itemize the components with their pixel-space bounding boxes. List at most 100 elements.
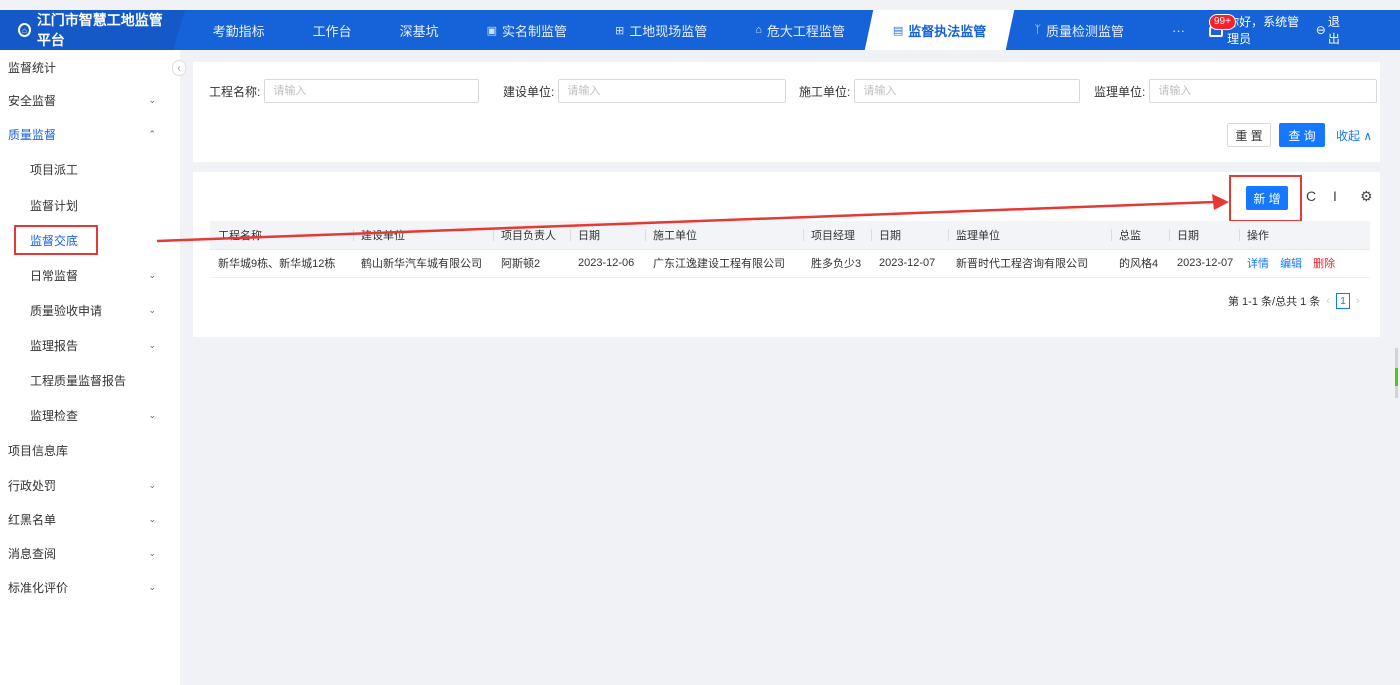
- nav-item-quality-testing[interactable]: ᛉ 质量检测监管: [1010, 10, 1148, 50]
- sidebar: 监督统计 安全监督 ⌄ 质量监督 ⌃ 项目派工 监督计划 监督交底 日常监督 ⌄ 质量…: [0, 50, 180, 685]
- logout-icon[interactable]: ⊖: [1316, 23, 1326, 37]
- grid-icon: ⊞: [615, 24, 625, 37]
- nav-item-workbench[interactable]: 工作台: [289, 10, 376, 50]
- table-cell: 阿斯顿2: [493, 249, 570, 278]
- density-icon[interactable]: I: [1333, 188, 1337, 204]
- column-header[interactable]: 施工单位: [645, 221, 803, 250]
- building-icon: ⌂: [755, 24, 762, 36]
- main-nav: 考勤指标 工作台 深基坑 ▣ 实名制监管 ⊞ 工地现场监管 ⌂ 危大工程监管 ▤ 监督执…: [189, 10, 1209, 50]
- chevron-down-icon: ⌄: [148, 513, 156, 524]
- table-cell: 新华城9栋、新华城12栋: [210, 249, 353, 278]
- sidebar-item-project-library[interactable]: 项目信息库: [0, 435, 180, 465]
- row-actions: 详情 编辑 删除: [1239, 249, 1370, 278]
- user-area: 99+ 你好，系统管理员 ⊖ 退出: [1208, 13, 1400, 47]
- nav-item-site-supervision[interactable]: ⊞ 工地现场监管: [591, 10, 731, 50]
- query-button[interactable]: 查 询: [1279, 123, 1325, 147]
- nav-item-attendance[interactable]: 考勤指标: [189, 10, 289, 50]
- brand[interactable]: ⌂ 江门市智慧工地监管平台: [0, 10, 185, 50]
- bell-icon[interactable]: 99+: [1208, 14, 1236, 37]
- collapse-search-link[interactable]: 收起 ∧: [1336, 123, 1372, 147]
- contractor-field: 施工单位:: [799, 79, 1081, 103]
- prev-page-icon[interactable]: ‹: [1326, 295, 1330, 307]
- sidebar-item-quality[interactable]: 质量监督 ⌃: [0, 119, 180, 149]
- annotation-highlight-sidebar: [14, 225, 98, 255]
- table-cell: 2023-12-07: [1169, 249, 1239, 278]
- table-cell: 2023-12-07: [871, 249, 948, 278]
- table-cell: 鹤山新华汽车城有限公司: [353, 249, 493, 278]
- annotation-highlight-add: [1229, 175, 1302, 222]
- chevron-down-icon: ⌄: [148, 269, 156, 280]
- contractor-input[interactable]: [854, 79, 1081, 103]
- column-header[interactable]: 工程名称: [210, 221, 353, 250]
- column-header[interactable]: 项目经理: [803, 221, 871, 250]
- chevron-up-icon: ⌃: [148, 128, 156, 139]
- project-name-input[interactable]: [264, 79, 480, 103]
- builder-input[interactable]: [558, 79, 787, 103]
- sidebar-item-inspection[interactable]: 监理检查 ⌄: [0, 400, 180, 430]
- settings-icon[interactable]: ⚙: [1360, 188, 1373, 205]
- sidebar-item-quality-report[interactable]: 工程质量监督报告: [0, 365, 180, 395]
- page-scroll-indicator: [1395, 348, 1398, 398]
- project-name-field: 工程名称:: [209, 79, 480, 103]
- search-panel: 工程名称: 建设单位: 施工单位: 监理单位: 重 置 查 询 收起 ∧: [193, 62, 1380, 162]
- column-header[interactable]: 项目负责人: [493, 221, 570, 250]
- table-header: 工程名称 建设单位 项目负责人 日期 施工单位 项目经理 日期 监理单位 总监 …: [210, 221, 1370, 250]
- sidebar-item-messages[interactable]: 消息查阅 ⌄: [0, 538, 180, 568]
- refresh-icon[interactable]: C: [1306, 188, 1316, 204]
- detail-link[interactable]: 详情: [1247, 258, 1269, 270]
- building-logo-icon: ⌂: [18, 23, 31, 37]
- document-icon: ▤: [892, 24, 904, 37]
- chevron-down-icon: ⌄: [148, 581, 156, 592]
- chevron-down-icon: ⌄: [148, 94, 156, 105]
- sidebar-item-standard-eval[interactable]: 标准化评价 ⌄: [0, 572, 180, 602]
- nav-item-dangerous-works[interactable]: ⌂ 危大工程监管: [731, 10, 869, 50]
- chevron-down-icon: ⌄: [148, 479, 156, 490]
- column-header[interactable]: 日期: [570, 221, 645, 250]
- chevron-down-icon: ⌄: [148, 409, 156, 420]
- builder-field: 建设单位:: [503, 79, 787, 103]
- sidebar-item-safety[interactable]: 安全监督 ⌄: [0, 85, 180, 115]
- page-number[interactable]: 1: [1335, 293, 1350, 309]
- notification-badge: 99+: [1208, 14, 1236, 30]
- sidebar-item-redblack-list[interactable]: 红黑名单 ⌄: [0, 504, 180, 534]
- pagination-summary: 第 1-1 条/总共 1 条: [1228, 296, 1321, 308]
- user-greeting: 你好，系统管理员: [1227, 15, 1300, 46]
- table-row: 新华城9栋、新华城12栋 鹤山新华汽车城有限公司 阿斯顿2 2023-12-06…: [210, 249, 1370, 278]
- logout-link[interactable]: 退出: [1328, 13, 1348, 47]
- table-cell: 新晋时代工程咨询有限公司: [948, 249, 1111, 278]
- chevron-down-icon: ⌄: [148, 547, 156, 558]
- supervisor-field: 监理单位:: [1094, 79, 1378, 103]
- column-header[interactable]: 建设单位: [353, 221, 493, 250]
- chevron-down-icon: ⌄: [148, 339, 156, 350]
- table-panel: 新 增 C I ⚙ 工程名称 建设单位 项目负责人 日期 施工单位 项目经理 日…: [193, 172, 1380, 337]
- next-page-icon[interactable]: ›: [1356, 295, 1360, 307]
- column-header[interactable]: 日期: [871, 221, 948, 250]
- edit-link[interactable]: 编辑: [1280, 258, 1302, 270]
- briefing-table: 工程名称 建设单位 项目负责人 日期 施工单位 项目经理 日期 监理单位 总监 …: [210, 221, 1370, 278]
- sidebar-collapse-icon[interactable]: ‹: [172, 60, 186, 76]
- sidebar-item-plan[interactable]: 监督计划: [0, 190, 180, 220]
- nav-more[interactable]: ···: [1148, 10, 1209, 50]
- delete-link[interactable]: 删除: [1313, 258, 1335, 270]
- supervisor-input[interactable]: [1149, 79, 1378, 103]
- nav-item-deep-pit[interactable]: 深基坑: [376, 10, 463, 50]
- reset-button[interactable]: 重 置: [1227, 123, 1271, 147]
- nav-item-enforcement[interactable]: ▤ 监督执法监管: [864, 10, 1015, 50]
- sidebar-item-supervisor-report[interactable]: 监理报告 ⌄: [0, 330, 180, 360]
- table-cell: 胜多负少3: [803, 249, 871, 278]
- table-cell: 广东江逸建设工程有限公司: [645, 249, 803, 278]
- sidebar-item-penalty[interactable]: 行政处罚 ⌄: [0, 470, 180, 500]
- column-header[interactable]: 日期: [1169, 221, 1239, 250]
- column-header[interactable]: 监理单位: [948, 221, 1111, 250]
- brand-title: 江门市智慧工地监管平台: [36, 12, 163, 48]
- sidebar-item-daily[interactable]: 日常监督 ⌄: [0, 260, 180, 290]
- sidebar-item-statistics[interactable]: 监督统计: [0, 52, 180, 82]
- top-nav-bar: ⌂ 江门市智慧工地监管平台 考勤指标 工作台 深基坑 ▣ 实名制监管 ⊞ 工地现场监…: [0, 10, 1400, 50]
- nav-item-real-name[interactable]: ▣ 实名制监管: [463, 10, 591, 50]
- sidebar-item-dispatch[interactable]: 项目派工: [0, 154, 180, 184]
- table-cell: 2023-12-06: [570, 249, 645, 278]
- branch-icon: ᛉ: [1034, 24, 1041, 36]
- sidebar-item-acceptance[interactable]: 质量验收申请 ⌄: [0, 295, 180, 325]
- id-card-icon: ▣: [486, 24, 498, 37]
- column-header[interactable]: 总监: [1111, 221, 1169, 250]
